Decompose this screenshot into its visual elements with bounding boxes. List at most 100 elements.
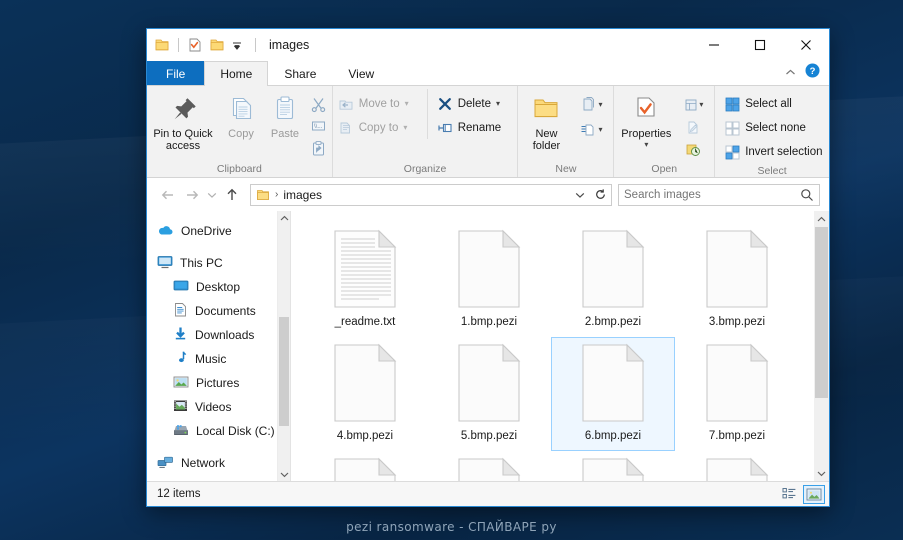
content-scroll-down-button[interactable] xyxy=(817,465,826,481)
properties-button[interactable]: Properties ▾ xyxy=(614,89,678,149)
new-folder-icon[interactable] xyxy=(208,36,226,54)
invert-selection-button[interactable]: Invert selection xyxy=(720,141,827,163)
nav-scroll-thumb[interactable] xyxy=(279,316,289,426)
history-button[interactable] xyxy=(682,138,704,159)
file-item[interactable]: _readme.txt xyxy=(303,223,427,337)
refresh-button[interactable] xyxy=(591,185,609,205)
file-item[interactable]: 3.bmp.pezi xyxy=(675,223,799,337)
ribbon-group-new: New folder ▾ ▾ New xyxy=(517,86,613,177)
content-scrollbar[interactable] xyxy=(814,211,829,481)
pin-to-quick-access-button[interactable]: Pin to Quick access xyxy=(147,89,219,152)
properties-label: Properties xyxy=(621,128,672,140)
sidebar-item-network[interactable]: Network xyxy=(147,451,277,475)
new-small-buttons: ▾ ▾ xyxy=(574,89,608,140)
file-item[interactable]: 1.bmp.pezi xyxy=(427,223,551,337)
sidebar-label-onedrive: OneDrive xyxy=(181,224,232,238)
tab-share[interactable]: Share xyxy=(268,61,332,85)
navigation-scrollbar[interactable] xyxy=(277,211,290,481)
details-view-button[interactable] xyxy=(778,485,800,504)
sidebar-item-desktop[interactable]: Desktop xyxy=(147,275,277,299)
file-item[interactable] xyxy=(551,451,675,481)
sidebar-item-local-disk[interactable]: Local Disk (C:) xyxy=(147,419,277,443)
file-item-selected[interactable]: 6.bmp.pezi xyxy=(551,337,675,451)
copy-to-caret-icon[interactable]: ▾ xyxy=(403,124,407,132)
sidebar-item-music[interactable]: Music xyxy=(147,347,277,371)
nav-scroll-up-button[interactable] xyxy=(280,211,289,225)
delete-caret-icon[interactable]: ▾ xyxy=(496,100,500,108)
up-button[interactable] xyxy=(220,183,244,207)
forward-button[interactable] xyxy=(180,183,204,207)
easy-access-button[interactable]: ▾ xyxy=(574,119,608,140)
delete-icon xyxy=(438,98,451,110)
recent-locations-button[interactable] xyxy=(204,183,220,207)
file-item[interactable]: 7.bmp.pezi xyxy=(675,337,799,451)
open-caret-icon[interactable]: ▾ xyxy=(699,100,703,109)
customize-dropdown-icon[interactable] xyxy=(230,36,248,54)
nav-scroll-track[interactable] xyxy=(278,225,290,467)
large-icons-view-button[interactable] xyxy=(803,484,825,504)
minimize-button[interactable] xyxy=(691,29,737,61)
open-button[interactable]: ▾ xyxy=(678,94,708,115)
properties-checked-icon[interactable] xyxy=(186,36,204,54)
delete-button[interactable]: Delete ▾ xyxy=(432,93,517,115)
move-to-button[interactable]: Move to ▾ xyxy=(333,93,427,115)
tab-view[interactable]: View xyxy=(332,61,390,85)
address-dropdown-button[interactable] xyxy=(571,185,589,205)
file-item[interactable]: 4.bmp.pezi xyxy=(303,337,427,451)
maximize-button[interactable] xyxy=(737,29,783,61)
content-scroll-up-button[interactable] xyxy=(817,211,826,227)
search-input[interactable] xyxy=(624,188,800,201)
select-all-button[interactable]: Select all xyxy=(720,93,827,115)
address-bar[interactable]: › images xyxy=(250,183,612,206)
copy-to-button[interactable]: Copy to ▾ xyxy=(333,117,427,139)
paste-button[interactable]: Paste xyxy=(263,89,307,140)
large-icons-view-icon xyxy=(806,488,822,500)
new-folder-button[interactable]: New folder xyxy=(518,89,574,152)
sidebar-item-documents[interactable]: Documents xyxy=(147,299,277,323)
back-arrow-icon xyxy=(161,190,173,199)
folder-icon[interactable] xyxy=(153,36,171,54)
nav-scroll-down-button[interactable] xyxy=(280,467,289,481)
tab-home[interactable]: Home xyxy=(204,61,269,86)
easy-access-caret-icon[interactable]: ▾ xyxy=(598,125,602,134)
paste-shortcut-button[interactable] xyxy=(307,138,329,159)
chevron-up-icon[interactable] xyxy=(785,64,796,82)
file-item[interactable] xyxy=(675,451,799,481)
edit-button[interactable] xyxy=(682,116,704,137)
new-folder-icon xyxy=(534,99,558,118)
sidebar-item-videos[interactable]: Videos xyxy=(147,395,277,419)
move-to-caret-icon[interactable]: ▾ xyxy=(405,100,409,108)
copy-path-button[interactable]: \\... xyxy=(307,116,329,137)
sidebar-item-pictures[interactable]: Pictures xyxy=(147,371,277,395)
content-scroll-track[interactable] xyxy=(814,227,829,465)
breadcrumb-path[interactable]: images xyxy=(283,188,322,202)
back-button[interactable] xyxy=(156,183,180,207)
copy-button[interactable]: Copy xyxy=(219,89,263,140)
documents-icon xyxy=(173,302,188,320)
file-item[interactable] xyxy=(427,451,551,481)
qat-separator-2 xyxy=(255,38,256,52)
clipboard-small-buttons: \\... xyxy=(307,89,329,159)
tab-file[interactable]: File xyxy=(147,61,205,85)
content-scroll-thumb[interactable] xyxy=(815,227,828,399)
rename-button[interactable]: Rename xyxy=(432,117,517,139)
help-icon[interactable]: ? xyxy=(805,63,820,83)
invert-selection-icon xyxy=(725,145,740,159)
new-item-button[interactable]: ▾ xyxy=(574,94,608,115)
sidebar-item-onedrive[interactable]: OneDrive xyxy=(147,219,277,243)
properties-caret-icon[interactable]: ▾ xyxy=(644,141,648,149)
status-bar: 12 items xyxy=(147,481,829,506)
new-item-caret-icon[interactable]: ▾ xyxy=(598,100,602,109)
file-item[interactable]: 2.bmp.pezi xyxy=(551,223,675,337)
sidebar-item-downloads[interactable]: Downloads xyxy=(147,323,277,347)
downloads-icon xyxy=(173,326,188,344)
search-box[interactable] xyxy=(618,183,820,206)
file-item[interactable]: 5.bmp.pezi xyxy=(427,337,551,451)
select-none-button[interactable]: Select none xyxy=(720,117,827,139)
search-icon[interactable] xyxy=(800,188,814,202)
close-button[interactable] xyxy=(783,29,829,61)
sidebar-item-this-pc[interactable]: This PC xyxy=(147,251,277,275)
cut-button[interactable] xyxy=(307,94,329,115)
properties-icon xyxy=(637,97,655,117)
file-item[interactable] xyxy=(303,451,427,481)
